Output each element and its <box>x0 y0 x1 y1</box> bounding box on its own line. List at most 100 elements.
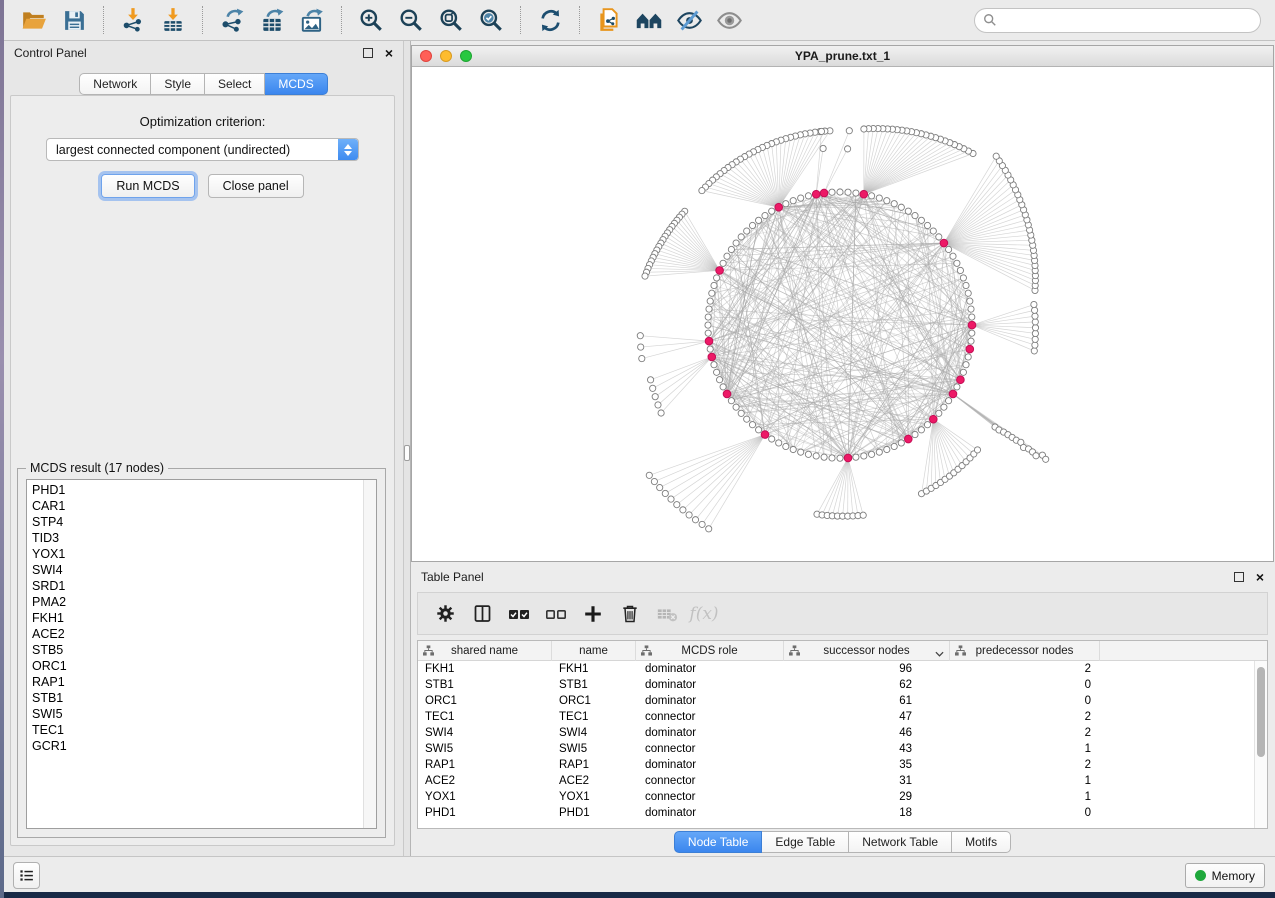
graph-node[interactable] <box>918 427 924 433</box>
graph-node[interactable] <box>884 198 890 204</box>
graph-node[interactable] <box>957 267 963 273</box>
graph-node[interactable] <box>837 189 843 195</box>
mcds-list-item[interactable]: PHD1 <box>27 482 362 498</box>
run-mcds-button[interactable]: Run MCDS <box>101 174 194 198</box>
graph-node[interactable] <box>967 298 973 304</box>
graph-node[interactable] <box>861 453 867 459</box>
table-row[interactable]: YOX1YOX1connector291 <box>418 789 1254 805</box>
column-header-successor-nodes[interactable]: successor nodes <box>784 641 950 661</box>
graph-node[interactable] <box>657 484 663 490</box>
graph-node[interactable] <box>1031 348 1037 354</box>
tab-network-table[interactable]: Network Table <box>849 831 952 853</box>
refresh-icon[interactable] <box>534 4 566 36</box>
graph-node[interactable] <box>668 496 674 502</box>
table-row[interactable]: ACE2ACE2connector311 <box>418 773 1254 789</box>
memory-button[interactable]: Memory <box>1185 863 1265 888</box>
mcds-list-item[interactable]: RAP1 <box>27 674 362 690</box>
zoom-in-icon[interactable] <box>355 4 387 36</box>
graph-node[interactable] <box>714 369 720 375</box>
graph-node[interactable] <box>1032 336 1038 342</box>
export-image-icon[interactable] <box>296 4 328 36</box>
mcds-list-scrollbar[interactable] <box>363 480 376 828</box>
graph-node[interactable] <box>891 201 897 207</box>
network-canvas[interactable] <box>412 67 1273 561</box>
graph-node[interactable] <box>655 402 661 408</box>
graph-node[interactable] <box>769 208 775 214</box>
graph-node[interactable] <box>680 507 686 513</box>
graph-node[interactable] <box>790 198 796 204</box>
graph-node[interactable] <box>912 212 918 218</box>
graph-node[interactable] <box>709 290 715 296</box>
graph-node[interactable] <box>936 234 942 240</box>
column-header-shared-name[interactable]: shared name <box>418 641 552 661</box>
graph-mcds-node[interactable] <box>708 353 716 361</box>
graph-mcds-node[interactable] <box>723 390 731 398</box>
graph-node[interactable] <box>798 195 804 201</box>
graph-mcds-node[interactable] <box>716 267 724 275</box>
graph-node[interactable] <box>744 228 750 234</box>
graph-node[interactable] <box>733 240 739 246</box>
graph-node[interactable] <box>699 521 705 527</box>
graph-node[interactable] <box>912 431 918 437</box>
graph-mcds-node[interactable] <box>775 203 783 211</box>
graph-mcds-node[interactable] <box>957 376 965 384</box>
window-minimize-icon[interactable] <box>440 50 452 62</box>
tab-select[interactable]: Select <box>205 73 265 95</box>
graph-node[interactable] <box>1032 307 1038 313</box>
mcds-list-item[interactable]: SWI4 <box>27 562 362 578</box>
graph-node[interactable] <box>845 146 851 152</box>
graph-node[interactable] <box>954 384 960 390</box>
graph-node[interactable] <box>756 217 762 223</box>
graph-node[interactable] <box>728 246 734 252</box>
graph-mcds-node[interactable] <box>860 190 868 198</box>
tab-motifs[interactable]: Motifs <box>952 831 1011 853</box>
close-panel-icon[interactable]: × <box>1256 572 1264 582</box>
graph-node[interactable] <box>658 410 664 416</box>
mcds-list-item[interactable]: GCR1 <box>27 738 362 754</box>
window-zoom-icon[interactable] <box>460 50 472 62</box>
mcds-list-item[interactable]: ORC1 <box>27 658 362 674</box>
graph-node[interactable] <box>637 333 643 339</box>
graph-node[interactable] <box>891 443 897 449</box>
graph-node[interactable] <box>728 398 734 404</box>
tab-mcds[interactable]: MCDS <box>265 73 327 95</box>
graph-node[interactable] <box>845 189 851 195</box>
import-network-icon[interactable] <box>117 4 149 36</box>
graph-node[interactable] <box>950 253 956 259</box>
graph-node[interactable] <box>993 153 999 159</box>
zoom-out-icon[interactable] <box>395 4 427 36</box>
table-scrollbar[interactable] <box>1254 661 1267 828</box>
graph-mcds-node[interactable] <box>940 239 948 247</box>
graph-node[interactable] <box>720 384 726 390</box>
graph-node[interactable] <box>744 416 750 422</box>
graph-node[interactable] <box>954 260 960 266</box>
graph-node[interactable] <box>930 228 936 234</box>
graph-node[interactable] <box>965 354 971 360</box>
graph-mcds-node[interactable] <box>761 431 769 439</box>
graph-node[interactable] <box>884 446 890 452</box>
graph-node[interactable] <box>738 410 744 416</box>
graph-node[interactable] <box>829 455 835 461</box>
graph-node[interactable] <box>652 394 658 400</box>
graph-node[interactable] <box>646 472 652 478</box>
graph-mcds-node[interactable] <box>905 435 913 443</box>
graph-node[interactable] <box>853 190 859 196</box>
graph-node[interactable] <box>946 398 952 404</box>
graph-node[interactable] <box>869 451 875 457</box>
settings-gear-icon[interactable] <box>430 599 460 629</box>
graph-node[interactable] <box>711 282 717 288</box>
mcds-list-item[interactable]: SRD1 <box>27 578 362 594</box>
export-table-icon[interactable] <box>256 4 288 36</box>
mcds-list-item[interactable]: ACE2 <box>27 626 362 642</box>
graph-node[interactable] <box>924 222 930 228</box>
column-header-predecessor-nodes[interactable]: predecessor nodes <box>950 641 1100 661</box>
graph-node[interactable] <box>733 404 739 410</box>
graph-node[interactable] <box>705 314 711 320</box>
tab-edge-table[interactable]: Edge Table <box>762 831 849 853</box>
graph-node[interactable] <box>738 234 744 240</box>
close-panel-button[interactable]: Close panel <box>208 174 304 198</box>
zoom-selected-icon[interactable] <box>475 4 507 36</box>
graph-node[interactable] <box>769 436 775 442</box>
mcds-list-item[interactable]: PMA2 <box>27 594 362 610</box>
graph-node[interactable] <box>1032 325 1038 331</box>
